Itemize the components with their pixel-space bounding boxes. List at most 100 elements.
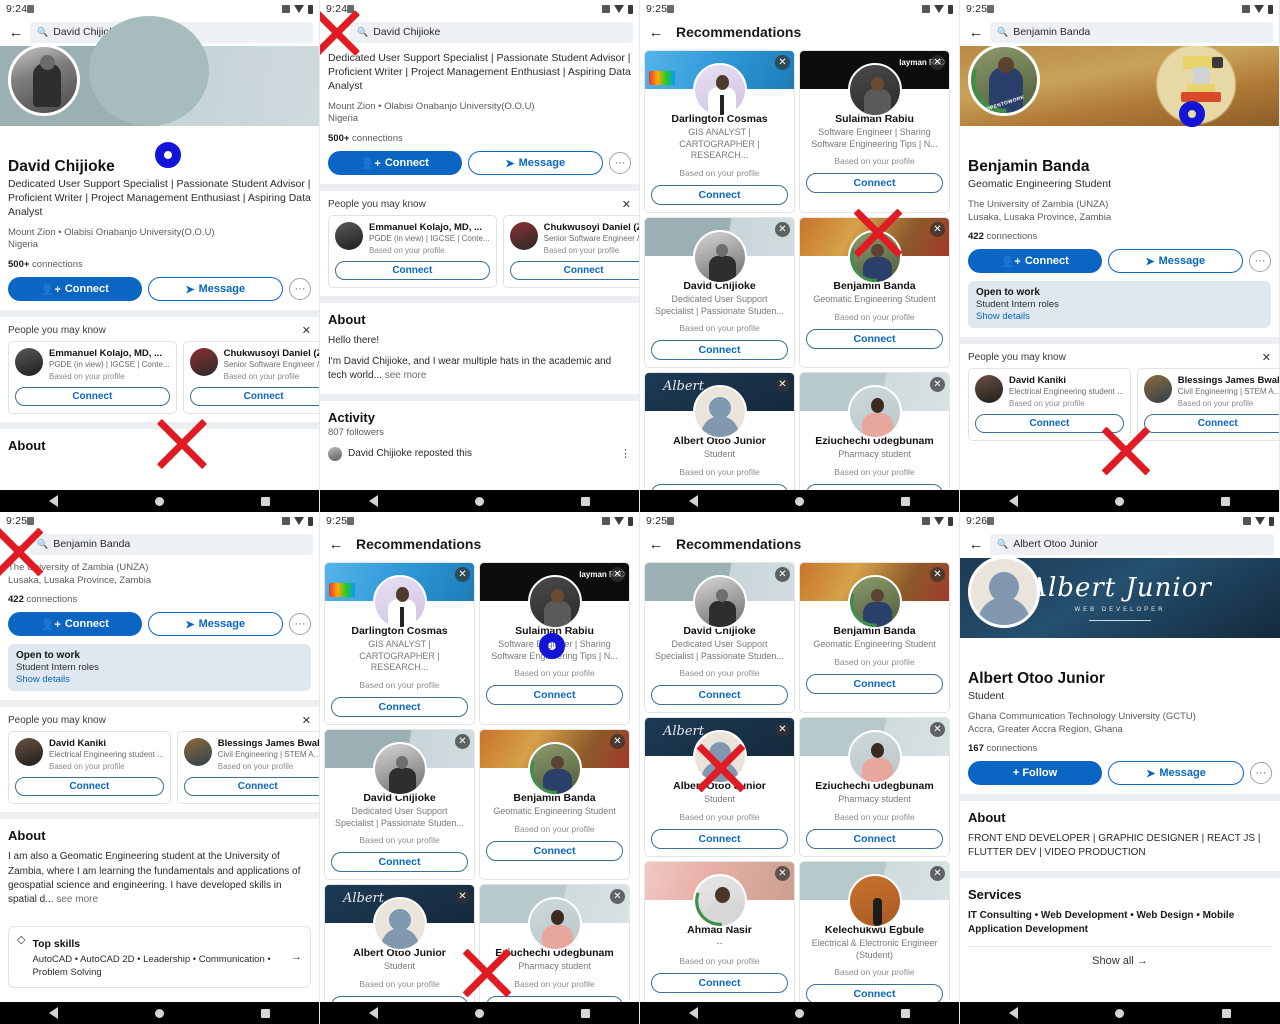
see-more-link[interactable]: see more xyxy=(385,370,427,381)
back-arrow-icon[interactable]: ← xyxy=(6,25,26,40)
dismiss-icon[interactable]: ✕ xyxy=(930,866,945,882)
activity-repost-row[interactable]: David Chijioke reposted this ⋮ xyxy=(328,446,631,461)
back-arrow-icon[interactable]: ← xyxy=(646,25,666,40)
recommendation-card[interactable]: Albert ✕ Albert Otoo Junior Student Base… xyxy=(644,372,795,490)
nav-home-icon[interactable] xyxy=(474,496,484,506)
list-item[interactable]: Emmanuel Kolajo, MD, ... PGDE (in view) … xyxy=(8,341,177,415)
connect-button[interactable]: Connect xyxy=(335,261,490,281)
nav-back-icon[interactable] xyxy=(48,495,58,507)
connect-button[interactable]: Connect xyxy=(331,697,468,718)
recommendation-card[interactable]: ✕ Benjamin Banda Geomatic Engineering St… xyxy=(799,562,950,714)
connect-button[interactable]: Connect xyxy=(651,685,788,706)
recommendation-card[interactable]: ✕ Kelechukwu Egbule Electrical & Electro… xyxy=(799,861,950,1002)
dismiss-icon[interactable]: ✕ xyxy=(775,222,790,238)
open-to-work-card[interactable]: Open to work Student Intern roles Show d… xyxy=(8,644,311,692)
recommendation-card[interactable]: ✕ Benjamin Banda Geomatic Engineering St… xyxy=(479,729,630,881)
list-item[interactable]: David Kaniki Electrical Engineering stud… xyxy=(968,368,1131,442)
nav-recents-icon[interactable] xyxy=(581,496,591,506)
dismiss-icon[interactable]: ✕ xyxy=(775,567,790,582)
recommendation-card[interactable]: ✕ Eziuchechi Udegbunam Pharmacy student … xyxy=(479,884,630,1002)
message-button[interactable]: ➤ Message xyxy=(147,612,283,637)
connect-button[interactable]: 👤+ Connect xyxy=(328,151,462,176)
search-input[interactable]: 🔍 Benjamin Banda xyxy=(30,533,313,555)
dismiss-icon[interactable]: ✕ xyxy=(610,567,625,582)
connect-button[interactable]: 👤+ Connect xyxy=(8,612,142,637)
nav-home-icon[interactable] xyxy=(1114,496,1124,506)
nav-home-icon[interactable] xyxy=(474,1008,484,1018)
search-input[interactable]: 🔍 Albert Otoo Junior xyxy=(990,533,1274,555)
recommendation-card[interactable]: Albert ✕ Albert Otoo Junior Student Base… xyxy=(644,717,795,858)
dismiss-icon[interactable]: ✕ xyxy=(610,734,625,750)
message-button[interactable]: ➤ Message xyxy=(1107,249,1243,274)
connect-button[interactable]: Connect xyxy=(651,972,788,993)
recommendation-card[interactable]: ✕ Benjamin Banda Geomatic Engineering St… xyxy=(799,217,950,369)
otw-show-details-link[interactable]: Show details xyxy=(976,311,1263,322)
nav-recents-icon[interactable] xyxy=(581,1008,591,1018)
dismiss-icon[interactable]: ✕ xyxy=(930,567,945,582)
dismiss-icon[interactable]: ✕ xyxy=(930,55,945,70)
close-icon[interactable]: ✕ xyxy=(302,714,311,727)
connect-button[interactable]: Connect xyxy=(651,185,788,206)
connect-button[interactable]: Connect xyxy=(331,852,468,873)
recommendation-card[interactable]: ✕ Ahmad Nasir -- Based on your profile C… xyxy=(644,861,795,1002)
nav-home-icon[interactable] xyxy=(794,496,804,506)
list-item[interactable]: Chukwusoyi Daniel (Zu. Senior Software E… xyxy=(182,341,319,415)
otw-show-details-link[interactable]: Show details xyxy=(16,674,303,685)
list-item[interactable]: Blessings James Bwaly Civil Engineering … xyxy=(176,731,319,805)
dismiss-icon[interactable]: ✕ xyxy=(775,866,790,882)
nav-recents-icon[interactable] xyxy=(261,1008,271,1018)
more-options-button[interactable]: ··· xyxy=(1250,762,1272,785)
avatar[interactable]: #OPENTOWORK xyxy=(968,44,1040,116)
show-all-button[interactable]: Show all → xyxy=(968,946,1272,975)
search-input[interactable]: 🔍 Benjamin Banda xyxy=(990,21,1273,43)
back-arrow-icon[interactable]: ← xyxy=(966,25,986,40)
recommendation-card[interactable]: layman RsD ✕ Sulaiman Rabiu Software Eng… xyxy=(799,50,950,214)
message-button[interactable]: ➤ Message xyxy=(467,151,603,176)
nav-back-icon[interactable] xyxy=(688,495,698,507)
back-arrow-icon[interactable]: ← xyxy=(326,537,346,552)
top-skills-card[interactable]: ◇ Top skills AutoCAD • AutoCAD 2D • Lead… xyxy=(8,926,311,988)
nav-recents-icon[interactable] xyxy=(1222,1008,1232,1018)
connect-button[interactable]: Connect xyxy=(806,173,943,194)
connect-button[interactable]: Connect xyxy=(183,777,319,797)
search-input[interactable]: 🔍 David Chijioke xyxy=(350,21,633,43)
more-options-button[interactable]: ··· xyxy=(289,278,311,301)
connect-button[interactable]: Connect xyxy=(806,829,943,850)
close-icon[interactable]: ✕ xyxy=(1262,351,1271,364)
nav-recents-icon[interactable] xyxy=(261,496,271,506)
nav-back-icon[interactable] xyxy=(1008,1007,1018,1019)
back-arrow-icon[interactable]: ← xyxy=(966,537,986,552)
connect-button[interactable]: Connect xyxy=(15,777,164,797)
recommendation-card[interactable]: ✕ Darlington Cosmas GIS ANALYST | CARTOG… xyxy=(644,50,795,214)
dismiss-icon[interactable]: ✕ xyxy=(455,734,470,750)
overflow-menu-icon[interactable]: ⋮ xyxy=(620,447,631,460)
nav-back-icon[interactable] xyxy=(1008,495,1018,507)
open-to-work-card[interactable]: Open to work Student Intern roles Show d… xyxy=(968,281,1271,329)
recommendation-card[interactable]: ✕ David Chijioke Dedicated User Support … xyxy=(324,729,475,881)
nav-home-icon[interactable] xyxy=(794,1008,804,1018)
nav-home-icon[interactable] xyxy=(1115,1008,1125,1018)
connect-button[interactable]: Connect xyxy=(1143,414,1279,434)
recommendation-card[interactable]: ✕ Darlington Cosmas GIS ANALYST | CARTOG… xyxy=(324,562,475,726)
close-icon[interactable]: ✕ xyxy=(622,198,631,211)
nav-home-icon[interactable] xyxy=(154,1008,164,1018)
dismiss-icon[interactable]: ✕ xyxy=(775,55,790,70)
recommendation-card[interactable]: ✕ Eziuchechi Udegbunam Pharmacy student … xyxy=(799,717,950,858)
connect-button[interactable]: Connect xyxy=(806,328,943,349)
connect-button[interactable]: 👤+ Connect xyxy=(968,249,1102,274)
follow-button[interactable]: + Follow xyxy=(968,761,1102,786)
avatar[interactable] xyxy=(968,556,1040,628)
close-icon[interactable]: ✕ xyxy=(302,324,311,337)
list-item[interactable]: Emmanuel Kolajo, MD, ... PGDE (in view) … xyxy=(328,215,497,289)
back-arrow-icon[interactable]: ← xyxy=(326,25,346,40)
more-options-button[interactable]: ··· xyxy=(1249,250,1271,273)
back-arrow-icon[interactable]: ← xyxy=(646,537,666,552)
connect-button[interactable]: Connect xyxy=(486,840,623,861)
list-item[interactable]: Blessings James Bwaly Civil Engineering … xyxy=(1136,368,1279,442)
recommendation-card[interactable]: ✕ Eziuchechi Udegbunam Pharmacy student … xyxy=(799,372,950,490)
connect-button[interactable]: Connect xyxy=(806,984,943,1002)
message-button[interactable]: ➤ Message xyxy=(1108,761,1244,786)
list-item[interactable]: Chukwusoyi Daniel (Zu. Senior Software E… xyxy=(502,215,639,289)
nav-recents-icon[interactable] xyxy=(901,496,911,506)
nav-recents-icon[interactable] xyxy=(901,1008,911,1018)
